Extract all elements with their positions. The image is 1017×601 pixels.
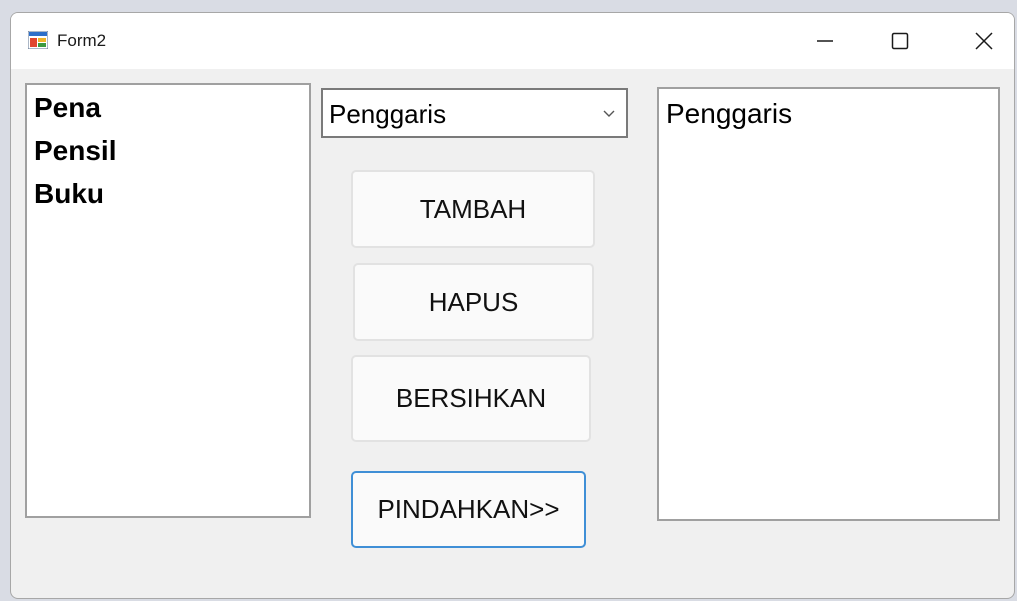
chevron-down-icon[interactable] <box>602 109 616 119</box>
title-bar[interactable]: Form2 <box>11 13 1014 69</box>
maximize-icon <box>891 32 909 50</box>
list-item[interactable]: Buku <box>27 172 309 215</box>
close-button[interactable] <box>955 13 1013 69</box>
close-icon <box>975 32 993 50</box>
item-combobox[interactable]: Penggaris <box>321 88 628 138</box>
source-listbox[interactable]: Pena Pensil Buku <box>25 83 311 518</box>
form-app-icon <box>27 30 49 50</box>
bersihkan-button[interactable]: BERSIHKAN <box>351 355 591 442</box>
minimize-icon <box>817 40 833 42</box>
minimize-button[interactable] <box>796 13 854 69</box>
list-item[interactable]: Pena <box>27 86 309 129</box>
target-listbox[interactable]: Penggaris <box>657 87 1000 521</box>
hapus-button[interactable]: HAPUS <box>353 263 594 341</box>
pindahkan-button[interactable]: PINDAHKAN>> <box>351 471 586 548</box>
maximize-button[interactable] <box>871 13 929 69</box>
form-window: Form2 Pena Pensil Buku Penggaris TAMBAH … <box>10 12 1015 599</box>
combobox-value: Penggaris <box>329 99 447 129</box>
window-title: Form2 <box>57 31 107 50</box>
list-item[interactable]: Pensil <box>27 129 309 172</box>
tambah-button[interactable]: TAMBAH <box>351 170 595 248</box>
list-item[interactable]: Penggaris <box>659 92 998 135</box>
